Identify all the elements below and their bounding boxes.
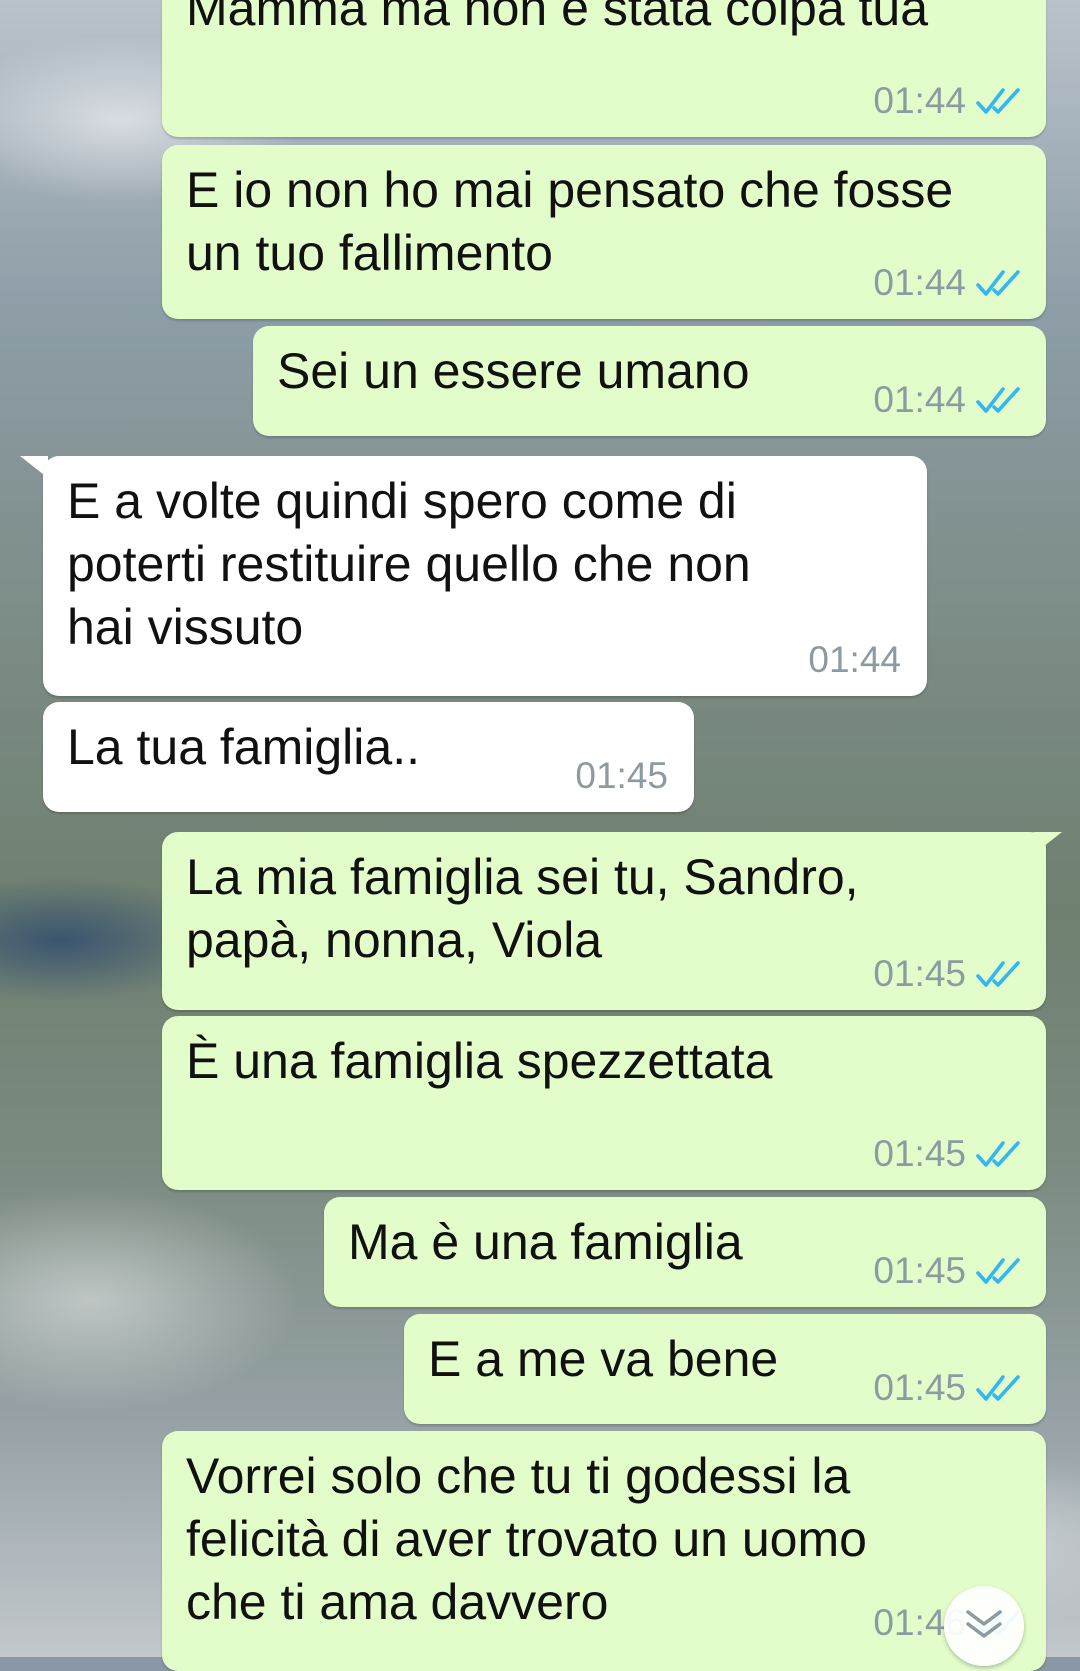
message-meta: 01:45: [575, 756, 668, 796]
message-meta: 01:45: [873, 1134, 1022, 1174]
message-bubble-outgoing[interactable]: Vorrei solo che tu ti godessi la felicit…: [162, 1431, 1046, 1671]
double-check-icon: [976, 270, 1020, 296]
message-text: Mamma ma non è stata colpa tua: [186, 0, 929, 36]
message-text: Sei un essere umano: [277, 343, 750, 399]
double-check-icon: [976, 1375, 1020, 1401]
message-bubble-outgoing[interactable]: E io non ho mai pensato che fosse un tuo…: [162, 145, 1046, 319]
double-check-icon: [976, 961, 1020, 987]
message-text: La mia famiglia sei tu, Sandro, papà, no…: [186, 849, 859, 968]
message-time: 01:44: [808, 639, 901, 680]
message-text: È una famiglia spezzettata: [186, 1033, 773, 1089]
message-bubble-outgoing[interactable]: È una famiglia spezzettata 01:45: [162, 1016, 1046, 1190]
message-meta: 01:44: [873, 380, 1022, 420]
message-meta: 01:45: [873, 1368, 1022, 1408]
message-bubble-incoming[interactable]: La tua famiglia.. 01:45: [43, 702, 694, 812]
message-time: 01:45: [873, 1250, 966, 1291]
message-text: Vorrei solo che tu ti godessi la felicit…: [186, 1448, 867, 1630]
message-text: E a volte quindi spero come di poterti r…: [67, 473, 751, 655]
message-text: E io non ho mai pensato che fosse un tuo…: [186, 162, 954, 281]
message-time: 01:45: [873, 953, 966, 994]
double-check-icon: [976, 1258, 1020, 1284]
message-bubble-outgoing[interactable]: La mia famiglia sei tu, Sandro, papà, no…: [162, 832, 1046, 1010]
message-time: 01:45: [873, 1133, 966, 1174]
message-bubble-incoming[interactable]: E a volte quindi spero come di poterti r…: [43, 456, 927, 696]
message-meta: 01:45: [873, 1251, 1022, 1291]
message-meta: 01:45: [873, 954, 1022, 994]
message-time: 01:45: [575, 755, 668, 796]
scroll-to-bottom-button[interactable]: [944, 1586, 1024, 1666]
message-bubble-outgoing[interactable]: Ma è una famiglia 01:45: [324, 1197, 1046, 1307]
message-meta: 01:44: [873, 81, 1022, 121]
message-bubble-outgoing[interactable]: E a me va bene 01:45: [404, 1314, 1046, 1424]
double-check-icon: [976, 1141, 1020, 1167]
double-check-icon: [976, 387, 1020, 413]
double-check-icon: [976, 88, 1020, 114]
message-time: 01:44: [873, 379, 966, 420]
message-text: La tua famiglia..: [67, 719, 420, 775]
message-text: Ma è una famiglia: [348, 1214, 743, 1270]
message-text: E a me va bene: [428, 1331, 779, 1387]
message-bubble-outgoing[interactable]: Sei un essere umano 01:44: [253, 326, 1046, 436]
message-meta: 01:44: [808, 640, 901, 680]
message-time: 01:45: [873, 1367, 966, 1408]
message-bubble-outgoing[interactable]: Mamma ma non è stata colpa tua 01:44: [162, 0, 1046, 137]
chevron-double-down-icon: [966, 1610, 1002, 1638]
message-time: 01:44: [873, 80, 966, 121]
message-meta: 01:44: [873, 263, 1022, 303]
message-time: 01:44: [873, 262, 966, 303]
